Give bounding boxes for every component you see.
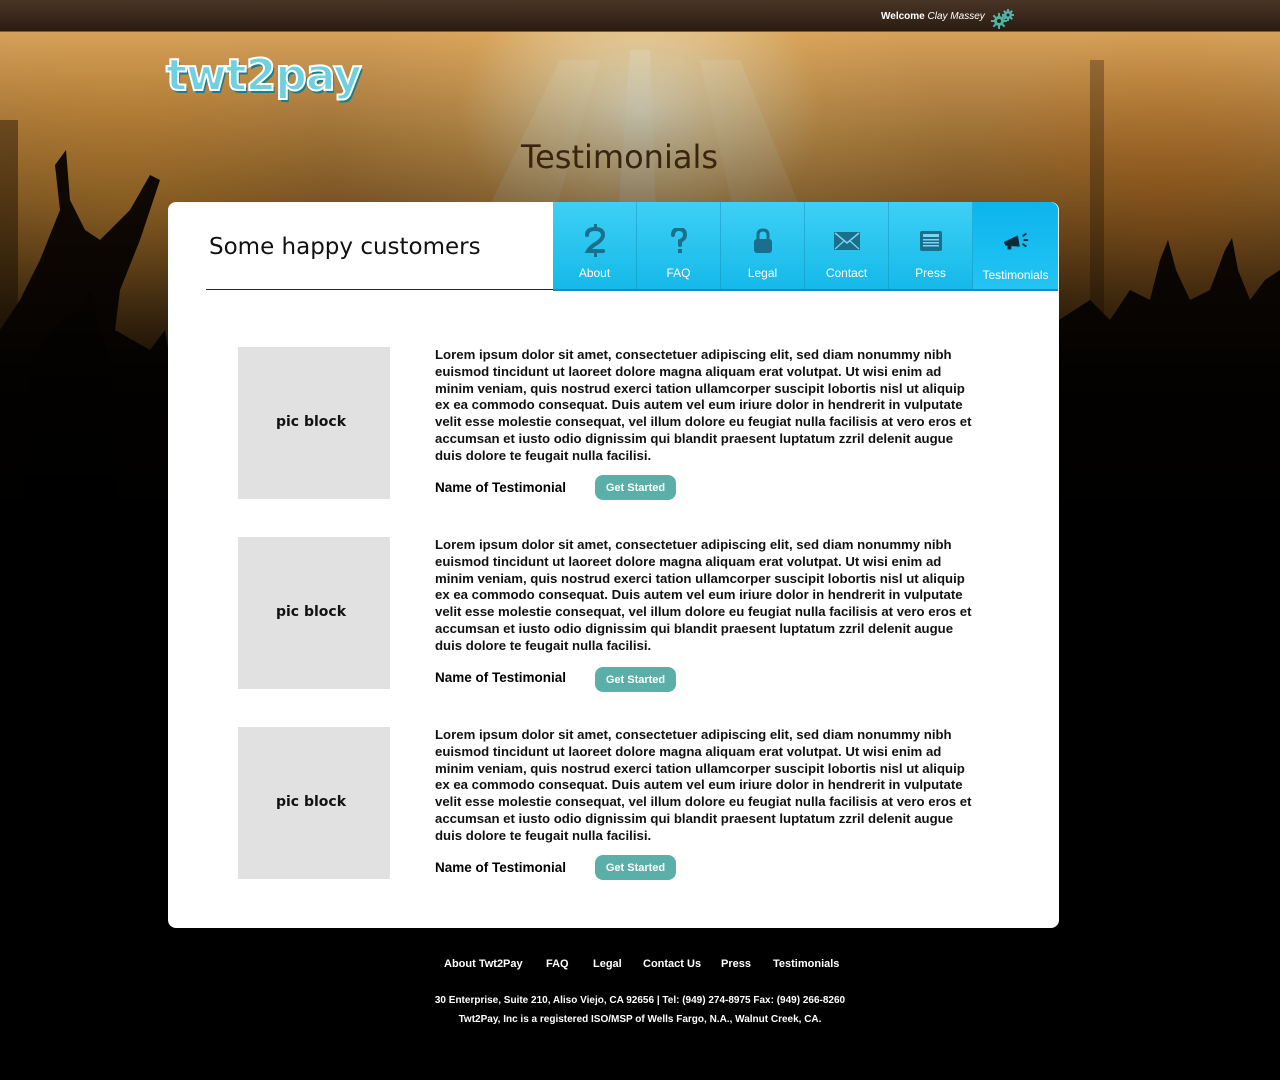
get-started-button[interactable]: Get Started xyxy=(595,855,676,880)
nav-label-faq: FAQ xyxy=(666,266,691,280)
nav-label-testimonials: Testimonials xyxy=(982,268,1049,282)
question-mark-icon xyxy=(664,226,694,256)
main-nav: About FAQ Legal Contact Press Testimonia… xyxy=(553,202,1058,291)
lock-icon xyxy=(748,226,778,256)
content-card: Some happy customers About FAQ Legal Con… xyxy=(168,202,1059,928)
dollar-sign-icon xyxy=(580,224,610,257)
testimonial-name: Name of Testimonial xyxy=(435,480,567,495)
testimonial-text: Lorem ipsum dolor sit amet, consectetuer… xyxy=(435,537,972,653)
nav-label-contact: Contact xyxy=(825,266,868,280)
nav-item-legal[interactable]: Legal xyxy=(721,202,805,289)
get-started-button[interactable]: Get Started xyxy=(595,667,676,692)
testimonial-name: Name of Testimonial xyxy=(435,670,567,685)
footer-link-testimonials[interactable]: Testimonials xyxy=(773,958,839,970)
nav-label-legal: Legal xyxy=(747,266,778,280)
footer-address: 30 Enterprise, Suite 210, Aliso Viejo, C… xyxy=(434,995,846,1006)
nav-item-contact[interactable]: Contact xyxy=(805,202,889,289)
nav-label-about: About xyxy=(578,266,611,280)
get-started-button[interactable]: Get Started xyxy=(595,475,676,500)
footer-link-faq[interactable]: FAQ xyxy=(546,958,569,970)
heading-divider xyxy=(206,289,554,290)
testimonial-text: Lorem ipsum dolor sit amet, consectetuer… xyxy=(435,347,972,463)
logo-text: twt2pay xyxy=(165,49,363,102)
pic-label: pic block xyxy=(275,794,347,810)
gear-icon[interactable] xyxy=(990,7,1016,29)
nav-item-testimonials[interactable]: Testimonials xyxy=(973,202,1058,289)
section-heading: Some happy customers xyxy=(209,234,481,260)
pic-label: pic block xyxy=(275,604,347,620)
testimonial-item: pic block Lorem ipsum dolor sit amet, co… xyxy=(238,537,998,692)
footer-link-press[interactable]: Press xyxy=(721,958,751,970)
testimonial-photo: pic block xyxy=(238,727,390,879)
footer-legal-notice: Twt2Pay, Inc is a registered ISO/MSP of … xyxy=(458,1014,822,1025)
welcome-prefix: Welcome xyxy=(881,11,925,22)
nav-item-press[interactable]: Press xyxy=(889,202,973,289)
top-bar: Welcome Clay Massey xyxy=(0,0,1280,32)
envelope-icon xyxy=(832,226,862,256)
newspaper-icon xyxy=(916,226,946,256)
footer-link-about[interactable]: About Twt2Pay xyxy=(444,958,523,970)
nav-label-press: Press xyxy=(915,266,946,280)
nav-item-about[interactable]: About xyxy=(553,202,637,289)
logo[interactable]: twt2pay xyxy=(165,49,363,102)
testimonial-item: pic block Lorem ipsum dolor sit amet, co… xyxy=(238,727,998,880)
testimonial-name: Name of Testimonial xyxy=(435,860,567,875)
welcome-message: Welcome Clay Massey xyxy=(881,11,985,22)
testimonial-photo: pic block xyxy=(238,347,390,499)
user-name[interactable]: Clay Massey xyxy=(928,11,985,22)
testimonial-item: pic block Lorem ipsum dolor sit amet, co… xyxy=(238,347,998,500)
testimonial-photo: pic block xyxy=(238,537,390,689)
page-title: Testimonials xyxy=(521,138,718,176)
testimonial-text: Lorem ipsum dolor sit amet, consectetuer… xyxy=(435,727,972,843)
pic-label: pic block xyxy=(275,414,347,430)
footer-nav: About Twt2Pay FAQ Legal Contact Us Press… xyxy=(0,958,1280,972)
megaphone-icon xyxy=(1001,226,1031,256)
footer-link-legal[interactable]: Legal xyxy=(593,958,622,970)
nav-item-faq[interactable]: FAQ xyxy=(637,202,721,289)
footer-link-contact[interactable]: Contact Us xyxy=(643,958,701,970)
